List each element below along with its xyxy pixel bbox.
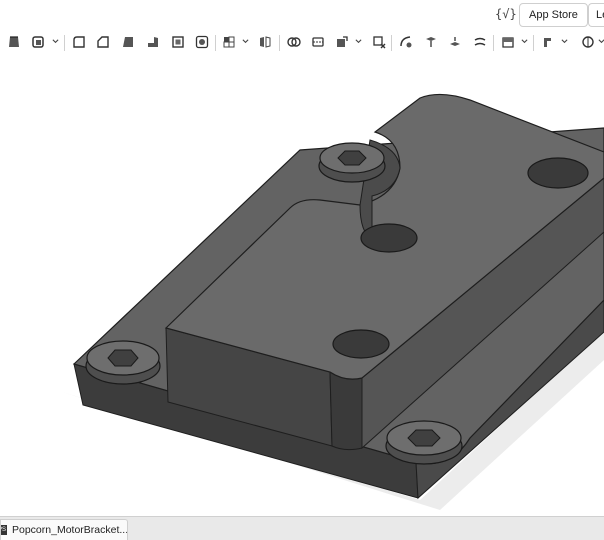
toolbar-divider bbox=[279, 35, 280, 51]
transform-icon[interactable] bbox=[334, 34, 350, 50]
chevron-down-icon[interactable] bbox=[561, 38, 568, 45]
tab-document[interactable]: PS Popcorn_MotorBracket... bbox=[0, 519, 128, 540]
offset-surface-icon[interactable] bbox=[472, 34, 488, 50]
hole-top-right bbox=[527, 157, 589, 189]
revolve-icon[interactable] bbox=[30, 34, 46, 50]
linear-pattern-icon[interactable] bbox=[221, 34, 237, 50]
learning-center-button[interactable]: Le bbox=[588, 3, 604, 27]
graphics-area[interactable] bbox=[0, 56, 604, 516]
measure-icon[interactable] bbox=[580, 34, 596, 50]
rib-icon[interactable] bbox=[145, 34, 161, 50]
hole-center bbox=[360, 223, 418, 253]
fillet-icon[interactable] bbox=[71, 34, 87, 50]
raised-block-corner-face bbox=[329, 371, 363, 451]
modify-fillet-icon[interactable] bbox=[398, 34, 414, 50]
socket-screw-top[interactable] bbox=[318, 142, 386, 183]
boolean-icon[interactable] bbox=[286, 34, 302, 50]
chamfer-icon[interactable] bbox=[95, 34, 111, 50]
hole-left bbox=[332, 329, 390, 359]
part-model[interactable] bbox=[0, 56, 604, 516]
toolbar-divider bbox=[533, 35, 534, 51]
extrude-icon[interactable] bbox=[6, 34, 22, 50]
toolbar-divider bbox=[493, 35, 494, 51]
hole-icon[interactable] bbox=[194, 34, 210, 50]
chevron-down-icon[interactable] bbox=[52, 38, 59, 45]
delete-part-icon[interactable] bbox=[371, 34, 387, 50]
toolbar-divider bbox=[215, 35, 216, 51]
toolbar-divider bbox=[391, 35, 392, 51]
app-store-button[interactable]: App Store bbox=[519, 3, 588, 27]
feature-toolbar bbox=[0, 30, 604, 56]
part-studio-icon: PS bbox=[1, 525, 7, 535]
top-bar: {√} App Store Le bbox=[0, 0, 604, 30]
chevron-down-icon[interactable] bbox=[242, 38, 249, 45]
chevron-down-icon[interactable] bbox=[598, 38, 604, 45]
plane-icon[interactable] bbox=[500, 34, 516, 50]
socket-screw-bottom-right[interactable] bbox=[385, 420, 463, 465]
move-face-icon[interactable] bbox=[423, 34, 439, 50]
draft-icon[interactable] bbox=[120, 34, 136, 50]
split-icon[interactable] bbox=[310, 34, 326, 50]
shell-icon[interactable] bbox=[170, 34, 186, 50]
bottom-tab-bar: PS Popcorn_MotorBracket... bbox=[0, 516, 604, 540]
mate-connector-icon[interactable] bbox=[540, 34, 556, 50]
mirror-icon[interactable] bbox=[257, 34, 273, 50]
tab-document-label: Popcorn_MotorBracket... bbox=[12, 524, 128, 536]
chevron-down-icon[interactable] bbox=[355, 38, 362, 45]
replace-face-icon[interactable] bbox=[447, 34, 463, 50]
variables-icon[interactable]: {√} bbox=[495, 7, 517, 21]
chevron-down-icon[interactable] bbox=[521, 38, 528, 45]
socket-screw-bottom-left[interactable] bbox=[85, 340, 161, 385]
toolbar-divider bbox=[64, 35, 65, 51]
